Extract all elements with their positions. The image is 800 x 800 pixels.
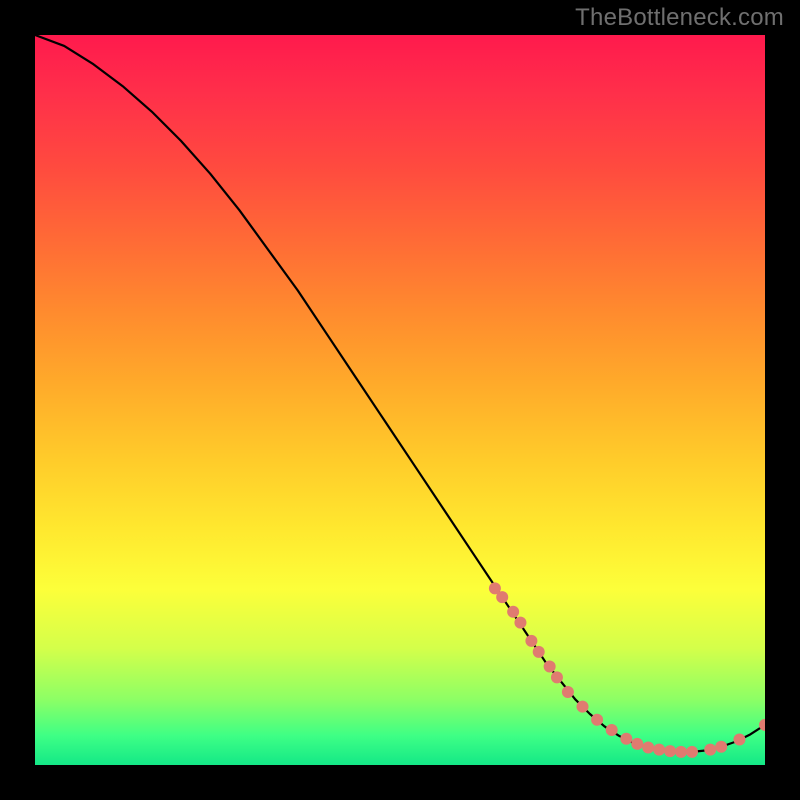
curve-svg xyxy=(35,35,765,765)
marker-dot xyxy=(715,741,727,753)
marker-dot xyxy=(642,741,654,753)
marker-dot xyxy=(606,724,618,736)
marker-dot xyxy=(544,660,556,672)
marker-dot xyxy=(533,646,545,658)
marker-dot xyxy=(525,635,537,647)
marker-dot xyxy=(686,746,698,758)
marker-dot xyxy=(704,744,716,756)
marker-dot xyxy=(620,733,632,745)
marker-dot xyxy=(551,671,563,683)
marker-dot xyxy=(562,686,574,698)
marker-dot xyxy=(733,733,745,745)
marker-dot xyxy=(664,745,676,757)
marker-dot xyxy=(653,744,665,756)
markers-group xyxy=(489,582,765,758)
marker-dot xyxy=(631,738,643,750)
marker-dot xyxy=(496,591,508,603)
marker-dot xyxy=(507,606,519,618)
marker-dot xyxy=(514,617,526,629)
watermark-text: TheBottleneck.com xyxy=(575,4,784,32)
bottleneck-curve xyxy=(35,35,765,752)
chart-frame: TheBottleneck.com xyxy=(0,0,800,800)
marker-dot xyxy=(577,701,589,713)
marker-dot xyxy=(675,746,687,758)
marker-dot xyxy=(591,714,603,726)
